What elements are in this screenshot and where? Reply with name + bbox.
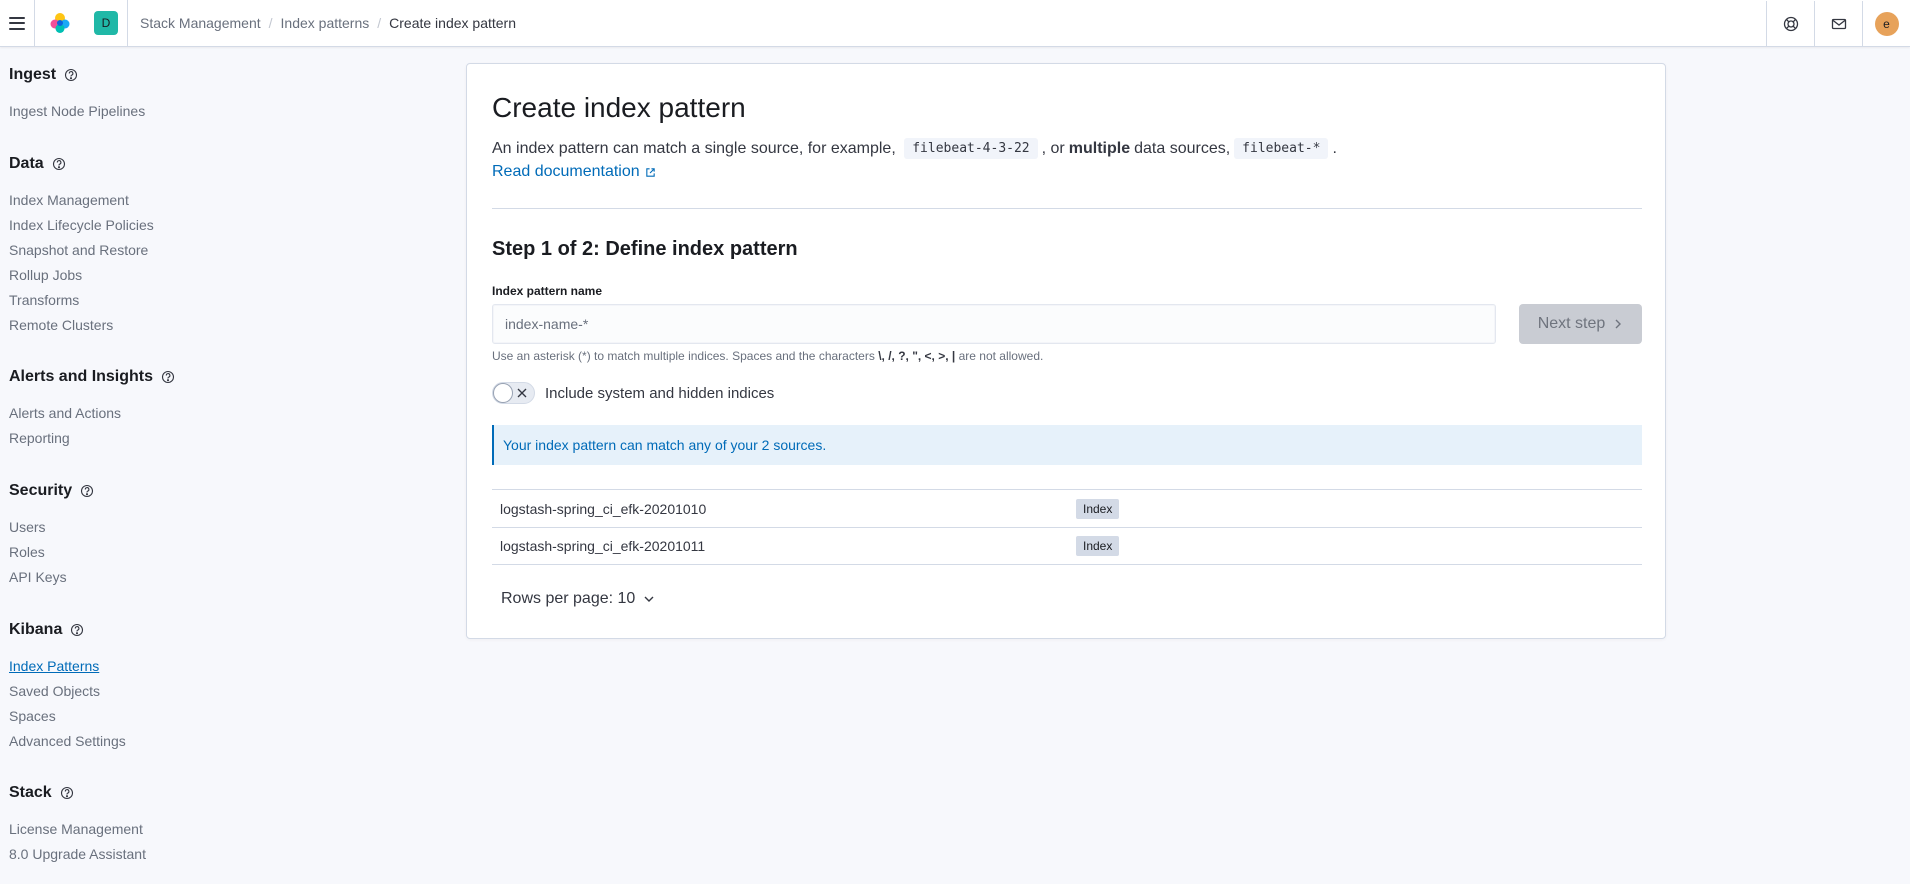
desc-text: , or: [1041, 139, 1065, 157]
index-pattern-name-label: Index pattern name: [492, 284, 603, 298]
doc-link-label: Read documentation: [492, 163, 640, 180]
close-icon: [516, 387, 528, 399]
sidebar-item-snapshot-and-restore[interactable]: Snapshot and Restore: [9, 238, 154, 263]
breadcrumb-index-patterns[interactable]: Index patterns: [281, 15, 370, 31]
chevron-right-icon: [1613, 318, 1623, 330]
sidebar-group-title: Ingest: [9, 66, 57, 83]
sidebar-group-data: Data Index Management Index Lifecycle Po…: [9, 154, 154, 338]
index-type-badge: Index: [1076, 536, 1120, 556]
question-icon[interactable]: [161, 370, 175, 384]
help-text-part: Use an asterisk (*) to match multiple in…: [492, 349, 879, 363]
next-step-button[interactable]: Next step: [1519, 304, 1642, 344]
index-type-badge: Index: [1076, 498, 1120, 519]
desc-text: data sources,: [1134, 139, 1231, 157]
sidebar-item-index-management[interactable]: Index Management: [9, 188, 154, 213]
step-title: Step 1 of 2: Define index pattern: [492, 238, 798, 260]
sidebar-group-security: Security Users Roles API Keys: [9, 481, 94, 590]
create-index-pattern-panel: Create index pattern An index pattern ca…: [466, 63, 1666, 639]
page-title: Create index pattern: [492, 92, 746, 123]
top-header: D Stack Management / Index patterns / Cr…: [0, 0, 1910, 47]
toggle-knob: [493, 383, 513, 403]
sidebar-item-upgrade-assistant[interactable]: 8.0 Upgrade Assistant: [9, 842, 146, 867]
disallowed-characters: \, /, ?, ", <, >, |: [878, 349, 956, 363]
newsfeed-button[interactable]: [1814, 0, 1862, 47]
question-icon[interactable]: [80, 484, 94, 498]
menu-button[interactable]: [0, 0, 34, 46]
space-selector[interactable]: D: [85, 0, 127, 46]
rows-per-page-label: Rows per page: 10: [501, 590, 636, 607]
index-name: logstash-spring_ci_efk-20201010: [500, 500, 707, 517]
sidebar-group-kibana: Kibana Index Patterns Saved Objects Spac…: [9, 620, 126, 754]
sidebar-group-alerts-and-insights: Alerts and Insights Alerts and Actions R…: [9, 367, 175, 451]
sidebar-item-advanced-settings[interactable]: Advanced Settings: [9, 729, 126, 754]
index-pattern-name-input[interactable]: [492, 304, 1496, 344]
divider: [492, 208, 1642, 209]
help-icon: [1783, 16, 1798, 31]
sidebar-item-rollup-jobs[interactable]: Rollup Jobs: [9, 263, 154, 288]
rows-per-page-button[interactable]: Rows per page: 10: [501, 590, 655, 608]
question-icon[interactable]: [52, 157, 66, 171]
breadcrumb-current: Create index pattern: [389, 15, 516, 31]
table-row: logstash-spring_ci_efk-20201010 Index: [492, 489, 1642, 527]
code-example-multiple: filebeat-*: [1234, 138, 1329, 159]
sidebar-item-reporting[interactable]: Reporting: [9, 426, 175, 451]
sidebar-item-license-management[interactable]: License Management: [9, 817, 146, 842]
desc-bold: multiple: [1068, 139, 1131, 157]
code-example-single: filebeat-4-3-22: [904, 138, 1038, 159]
sidebar-item-transforms[interactable]: Transforms: [9, 288, 154, 313]
sidebar-item-api-keys[interactable]: API Keys: [9, 565, 94, 590]
header-divider: [127, 0, 128, 47]
elastic-logo-link[interactable]: [35, 0, 85, 46]
include-hidden-indices-toggle[interactable]: [492, 382, 535, 404]
table-row: logstash-spring_ci_efk-20201011 Index: [492, 527, 1642, 565]
sidebar-group-title: Alerts and Insights: [9, 368, 154, 385]
sidebar-item-alerts-and-actions[interactable]: Alerts and Actions: [9, 401, 175, 426]
sidebar-group-title: Data: [9, 155, 44, 172]
question-icon[interactable]: [70, 623, 84, 637]
sidebar-item-spaces[interactable]: Spaces: [9, 704, 126, 729]
toggle-label: Include system and hidden indices: [545, 384, 775, 402]
sidebar-group-stack: Stack License Management 8.0 Upgrade Ass…: [9, 783, 146, 867]
space-avatar: D: [94, 11, 118, 35]
desc-text: An index pattern can match a single sour…: [492, 139, 896, 157]
sidebar-item-roles[interactable]: Roles: [9, 540, 94, 565]
question-icon[interactable]: [60, 786, 74, 800]
sidebar-group-ingest: Ingest Ingest Node Pipelines: [9, 65, 145, 124]
sources-callout: Your index pattern can match any of your…: [492, 425, 1642, 465]
question-icon[interactable]: [64, 68, 78, 82]
sidebar-group-title: Kibana: [9, 621, 63, 638]
help-text-part: are not allowed.: [955, 349, 1044, 363]
indices-table: logstash-spring_ci_efk-20201010 Index lo…: [492, 489, 1642, 565]
desc-text: .: [1332, 139, 1337, 157]
menu-icon: [9, 16, 25, 30]
user-menu-button[interactable]: e: [1862, 0, 1910, 47]
breadcrumb-separator: /: [377, 15, 382, 31]
breadcrumb-separator: /: [268, 15, 273, 31]
input-help-text: Use an asterisk (*) to match multiple in…: [492, 349, 1043, 363]
page-description: An index pattern can match a single sour…: [492, 138, 1337, 159]
help-menu-button[interactable]: [1766, 0, 1814, 47]
sidebar-item-index-patterns[interactable]: Index Patterns: [9, 654, 126, 679]
chevron-down-icon: [643, 594, 655, 604]
breadcrumb-stack-management[interactable]: Stack Management: [140, 15, 261, 31]
mail-icon: [1831, 18, 1846, 29]
breadcrumb: Stack Management / Index patterns / Crea…: [140, 15, 516, 31]
sidebar-group-title: Security: [9, 482, 73, 499]
sidebar-group-title: Stack: [9, 784, 52, 801]
elastic-logo-icon: [50, 13, 70, 33]
include-hidden-indices-row: Include system and hidden indices: [492, 382, 774, 404]
index-name: logstash-spring_ci_efk-20201011: [500, 538, 706, 554]
next-step-label: Next step: [1537, 315, 1606, 332]
sidebar-item-ingest-node-pipelines[interactable]: Ingest Node Pipelines: [9, 99, 145, 124]
sidebar-item-users[interactable]: Users: [9, 515, 94, 540]
sidebar-item-index-lifecycle-policies[interactable]: Index Lifecycle Policies: [9, 213, 154, 238]
external-link-icon: [645, 167, 656, 178]
sidebar-item-remote-clusters[interactable]: Remote Clusters: [9, 313, 154, 338]
read-documentation-link[interactable]: Read documentation: [492, 163, 656, 181]
avatar: e: [1874, 11, 1899, 36]
sidebar-item-saved-objects[interactable]: Saved Objects: [9, 679, 126, 704]
